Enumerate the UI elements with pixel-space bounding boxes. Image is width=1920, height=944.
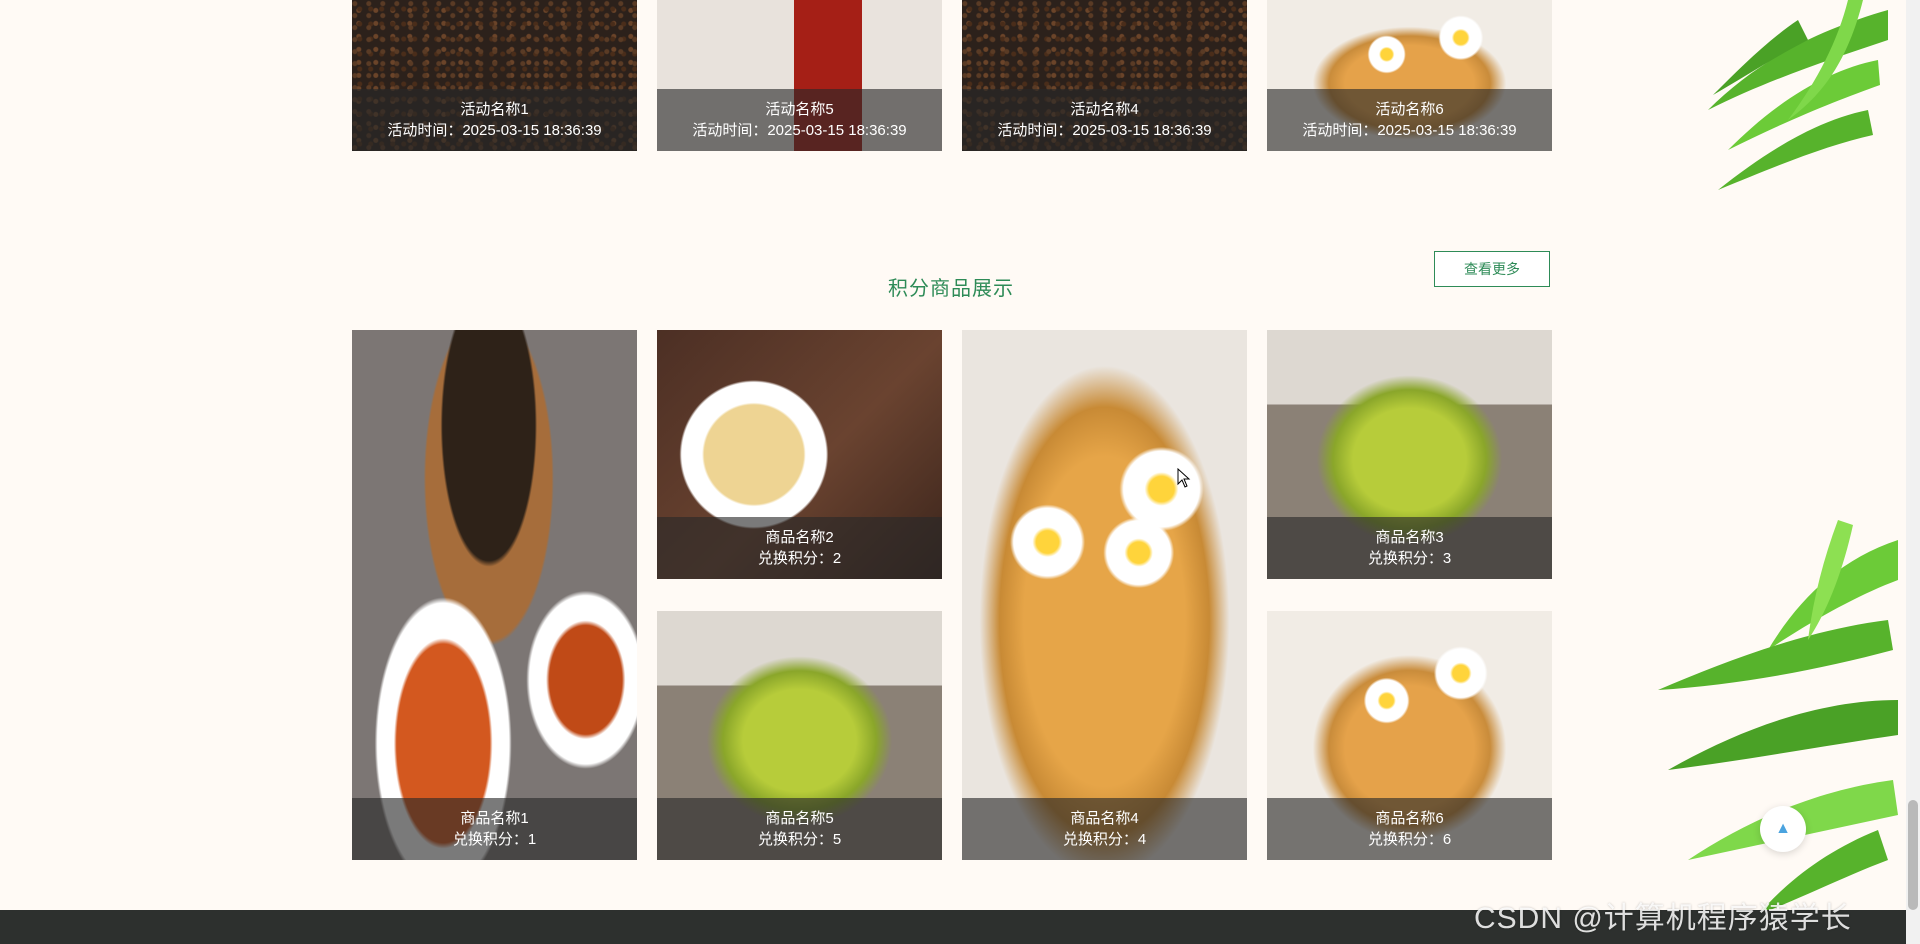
- activity-time: 活动时间：2025-03-15 18:36:39: [1302, 122, 1517, 139]
- product-card[interactable]: 商品名称6 兑换积分：6: [1267, 611, 1552, 860]
- activity-name: 活动名称4: [1070, 101, 1139, 118]
- scrollbar[interactable]: [1906, 0, 1920, 944]
- product-name: 商品名称6: [1375, 810, 1444, 827]
- watermark: CSDN @计算机程序猿学长: [1474, 902, 1852, 935]
- activity-name: 活动名称1: [460, 101, 529, 118]
- product-name: 商品名称5: [765, 810, 834, 827]
- product-card[interactable]: 商品名称1 兑换积分：1: [352, 330, 637, 860]
- activity-caption: 活动名称6 活动时间：2025-03-15 18:36:39: [1267, 89, 1552, 151]
- activity-name: 活动名称5: [765, 101, 834, 118]
- bamboo-decoration-bottom: [1658, 520, 1898, 915]
- product-caption: 商品名称4 兑换积分：4: [962, 798, 1247, 860]
- product-name: 商品名称4: [1070, 810, 1139, 827]
- product-caption: 商品名称6 兑换积分：6: [1267, 798, 1552, 860]
- activity-name: 活动名称6: [1375, 101, 1444, 118]
- product-name: 商品名称3: [1375, 529, 1444, 546]
- activity-time: 活动时间：2025-03-15 18:36:39: [692, 122, 907, 139]
- product-points: 兑换积分：4: [1062, 831, 1147, 848]
- back-to-top-button[interactable]: ▲: [1760, 806, 1806, 852]
- product-card[interactable]: 商品名称5 兑换积分：5: [657, 611, 942, 860]
- activity-time: 活动时间：2025-03-15 18:36:39: [997, 122, 1212, 139]
- section-title: 积分商品展示: [888, 278, 1014, 300]
- activity-caption: 活动名称1 活动时间：2025-03-15 18:36:39: [352, 89, 637, 151]
- product-points: 兑换积分：6: [1367, 831, 1452, 848]
- scrollbar-thumb[interactable]: [1908, 800, 1918, 910]
- product-name: 商品名称1: [460, 810, 529, 827]
- product-caption: 商品名称3 兑换积分：3: [1267, 517, 1552, 579]
- product-points: 兑换积分：3: [1367, 550, 1452, 567]
- activity-card[interactable]: 活动名称1 活动时间：2025-03-15 18:36:39: [352, 0, 637, 151]
- product-caption: 商品名称2 兑换积分：2: [657, 517, 942, 579]
- product-points: 兑换积分：5: [757, 831, 842, 848]
- bamboo-decoration-top: [1708, 0, 1888, 190]
- product-card[interactable]: 商品名称4 兑换积分：4: [962, 330, 1247, 860]
- product-caption: 商品名称5 兑换积分：5: [657, 798, 942, 860]
- product-name: 商品名称2: [765, 529, 834, 546]
- product-caption: 商品名称1 兑换积分：1: [352, 798, 637, 860]
- activity-caption: 活动名称4 活动时间：2025-03-15 18:36:39: [962, 89, 1247, 151]
- product-points: 兑换积分：1: [452, 831, 537, 848]
- product-card[interactable]: 商品名称2 兑换积分：2: [657, 330, 942, 579]
- activity-card[interactable]: 活动名称5 活动时间：2025-03-15 18:36:39: [657, 0, 942, 151]
- product-points: 兑换积分：2: [757, 550, 842, 567]
- arrow-up-icon: ▲: [1775, 820, 1791, 837]
- mouse-cursor-icon: [1177, 468, 1191, 488]
- activity-caption: 活动名称5 活动时间：2025-03-15 18:36:39: [657, 89, 942, 151]
- product-card[interactable]: 商品名称3 兑换积分：3: [1267, 330, 1552, 579]
- activity-time: 活动时间：2025-03-15 18:36:39: [387, 122, 602, 139]
- activity-card[interactable]: 活动名称4 活动时间：2025-03-15 18:36:39: [962, 0, 1247, 151]
- activity-card[interactable]: 活动名称6 活动时间：2025-03-15 18:36:39: [1267, 0, 1552, 151]
- view-more-button[interactable]: 查看更多: [1434, 251, 1550, 287]
